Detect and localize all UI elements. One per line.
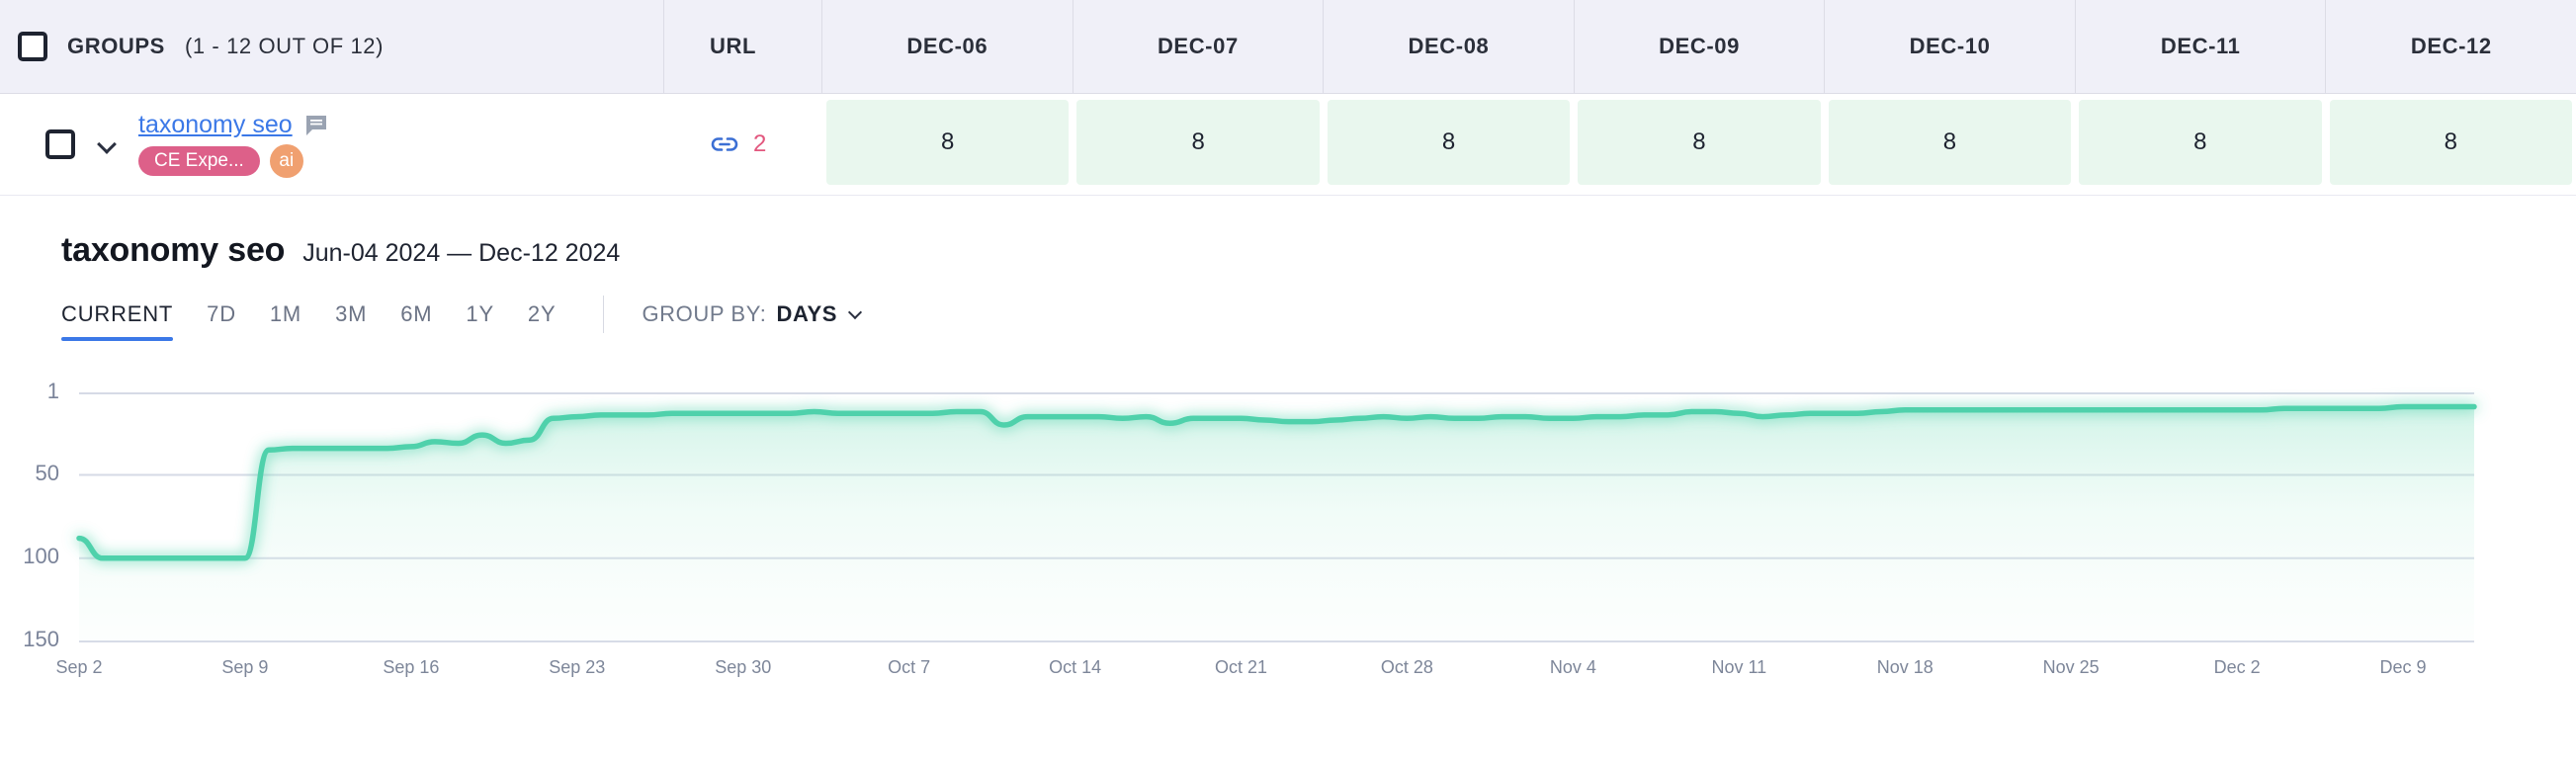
- chevron-down-icon[interactable]: [97, 134, 117, 154]
- column-header-date-label: DEC-10: [1909, 34, 1991, 58]
- period-tabs: CURRENT 7D 1M 3M 6M 1Y 2Y GROUP BY: DAYS: [61, 296, 2576, 347]
- table-header-row: GROUPS (1 - 12 OUT OF 12) URL DEC-06 DEC…: [0, 0, 2576, 94]
- column-header-groups[interactable]: GROUPS (1 - 12 OUT OF 12): [0, 0, 664, 93]
- column-header-date[interactable]: DEC-12: [2326, 0, 2576, 93]
- tag-chip[interactable]: CE Expe...: [138, 145, 260, 177]
- tab-1y[interactable]: 1Y: [466, 301, 494, 341]
- row-date-cell[interactable]: 8: [1574, 94, 1824, 195]
- metric-value: 8: [1578, 100, 1821, 185]
- column-header-groups-label: GROUPS: [67, 34, 165, 58]
- chart-y-tick-label: 100: [23, 543, 59, 568]
- tab-7d[interactable]: 7D: [207, 301, 236, 341]
- url-count[interactable]: 2: [753, 130, 766, 158]
- group-by-label: GROUP BY:: [642, 301, 767, 326]
- tab-2y[interactable]: 2Y: [528, 301, 557, 341]
- metric-value: 8: [826, 100, 1070, 185]
- chart-y-tick-label: 1: [46, 379, 59, 403]
- column-header-date-label: DEC-12: [2410, 34, 2492, 58]
- column-header-date-label: DEC-09: [1659, 34, 1740, 58]
- tab-current[interactable]: CURRENT: [61, 301, 174, 341]
- column-header-date[interactable]: DEC-07: [1073, 0, 1325, 93]
- row-date-cell[interactable]: 8: [1324, 94, 1574, 195]
- metric-value: 8: [2079, 100, 2322, 185]
- chart-x-tick-label: Sep 30: [715, 657, 772, 677]
- chart-y-tick-label: 150: [23, 627, 59, 651]
- tab-6m[interactable]: 6M: [400, 301, 432, 341]
- column-header-date-label: DEC-06: [906, 34, 988, 58]
- tab-1m[interactable]: 1M: [270, 301, 301, 341]
- chart-svg: [76, 392, 2477, 642]
- column-header-date[interactable]: DEC-08: [1324, 0, 1575, 93]
- column-header-date-label: DEC-08: [1408, 34, 1490, 58]
- metric-value: 8: [1828, 100, 2072, 185]
- group-by-control[interactable]: GROUP BY: DAYS: [642, 301, 863, 341]
- chart-x-tick-label: Dec 9: [2379, 657, 2427, 677]
- group-by-value: DAYS: [776, 301, 837, 326]
- group-name-link[interactable]: taxonomy seo: [138, 111, 293, 139]
- chart-x-tick-label: Nov 4: [1549, 657, 1596, 677]
- column-header-url-label: URL: [710, 34, 757, 58]
- column-header-url[interactable]: URL: [664, 0, 822, 93]
- chart-x-tick-label: Oct 21: [1214, 657, 1268, 677]
- row-url-cell: 2: [664, 94, 822, 195]
- row-date-cell[interactable]: 8: [2326, 94, 2576, 195]
- note-icon[interactable]: [304, 114, 328, 137]
- detail-header: taxonomy seo Jun-04 2024 — Dec-12 2024: [61, 231, 2576, 270]
- row-select-checkbox[interactable]: [45, 129, 75, 159]
- row-date-cell[interactable]: 8: [822, 94, 1073, 195]
- detail-panel: taxonomy seo Jun-04 2024 — Dec-12 2024 C…: [0, 196, 2576, 347]
- select-all-checkbox[interactable]: [18, 32, 47, 61]
- metric-value: 8: [2329, 100, 2572, 185]
- rank-history-chart: 1 50 100 150 Sep 2 Sep 9 Sep 16 Sep 23 Sep 30 Oc…: [0, 353, 2576, 689]
- divider: [603, 296, 605, 333]
- chevron-down-icon[interactable]: [849, 307, 863, 321]
- table-row: taxonomy seo CE Expe... ai 2 8 8 8 8 8 8…: [0, 94, 2576, 196]
- chart-x-tick-label: Sep 2: [55, 657, 103, 677]
- column-header-date[interactable]: DEC-09: [1575, 0, 1826, 93]
- link-icon[interactable]: [710, 129, 739, 159]
- chart-y-tick-label: 50: [35, 460, 59, 485]
- column-header-date-label: DEC-11: [2160, 34, 2241, 58]
- metric-value: 8: [1076, 100, 1320, 185]
- column-header-date-label: DEC-07: [1157, 34, 1239, 58]
- chart-x-tick-label: Nov 11: [1711, 657, 1767, 677]
- chart-x-tick-label: Sep 23: [549, 657, 606, 677]
- chart-x-tick-label: Oct 14: [1049, 657, 1102, 677]
- row-date-cell[interactable]: 8: [1825, 94, 2075, 195]
- tag-list: CE Expe... ai: [138, 144, 328, 178]
- chart-x-tick-label: Sep 9: [221, 657, 269, 677]
- chart-x-tick-label: Nov 25: [2042, 657, 2100, 677]
- row-groups-cell: taxonomy seo CE Expe... ai: [0, 94, 664, 195]
- metric-value: 8: [1327, 100, 1571, 185]
- row-date-cell[interactable]: 8: [1073, 94, 1323, 195]
- page-title: taxonomy seo: [61, 231, 286, 269]
- column-header-date[interactable]: DEC-10: [1825, 0, 2076, 93]
- groups-count: (1 - 12 OUT OF 12): [184, 34, 385, 58]
- chart-x-tick-label: Sep 16: [383, 657, 440, 677]
- groups-table: GROUPS (1 - 12 OUT OF 12) URL DEC-06 DEC…: [0, 0, 2576, 196]
- date-range: Jun-04 2024 — Dec-12 2024: [302, 239, 621, 267]
- chart-x-tick-label: Oct 28: [1380, 657, 1433, 677]
- chart-x-tick-label: Nov 18: [1876, 657, 1933, 677]
- column-header-date[interactable]: DEC-06: [822, 0, 1073, 93]
- chart-x-tick-label: Oct 7: [888, 657, 931, 677]
- tab-3m[interactable]: 3M: [335, 301, 367, 341]
- chart-x-tick-label: Dec 2: [2213, 657, 2261, 677]
- column-header-date[interactable]: DEC-11: [2076, 0, 2327, 93]
- tag-chip-ai[interactable]: ai: [269, 144, 303, 178]
- row-date-cell[interactable]: 8: [2075, 94, 2325, 195]
